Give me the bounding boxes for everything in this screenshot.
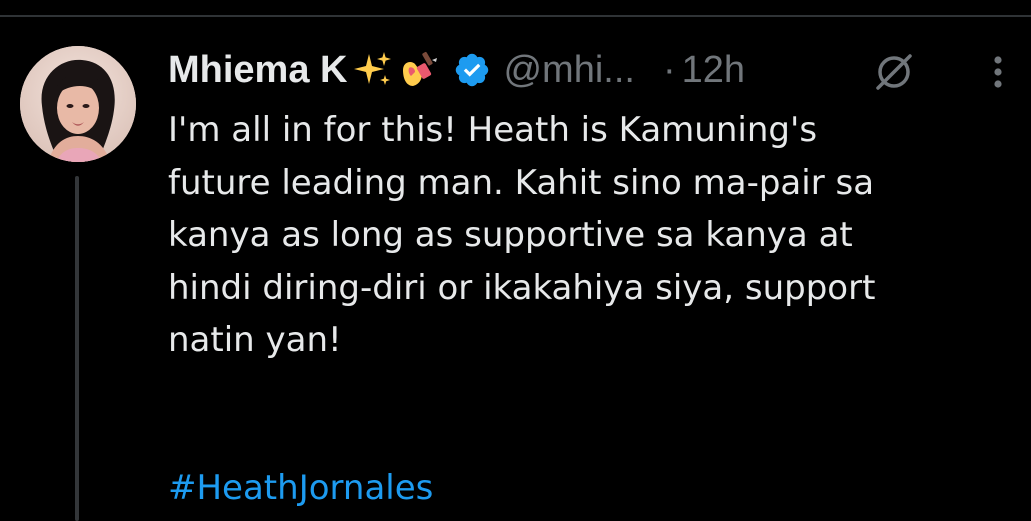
avatar[interactable] — [20, 46, 136, 162]
more-options-icon[interactable] — [984, 50, 1012, 94]
hashtag-link[interactable]: #HeathJornales — [168, 462, 433, 514]
tweet-header: Mhiema K @mhi... · 12h — [168, 44, 745, 96]
tweet-text-line: I'm all in for this! Heath is Kamuning's — [168, 110, 818, 150]
top-divider — [0, 15, 1031, 17]
timestamp[interactable]: 12h — [682, 49, 745, 92]
verified-badge-icon[interactable] — [453, 51, 491, 89]
tweet-text-line: future leading man. Kahit sino ma-pair s… — [168, 162, 875, 203]
tweet-text-line: natin yan! — [168, 320, 342, 360]
grok-icon[interactable] — [872, 50, 916, 94]
author-display-name[interactable]: Mhiema K — [168, 49, 347, 92]
avatar-photo — [20, 46, 136, 162]
nail-polish-emoji-icon — [399, 50, 439, 90]
tweet-body: I'm all in for this! Heath is Kamuning's… — [168, 104, 1018, 367]
tweet-text-line: hindi diring-diri or ikakahiya siya, sup… — [168, 267, 876, 308]
sparkles-emoji-icon — [353, 50, 393, 90]
tweet-text-line: kanya as long as supportive sa kanya at — [168, 215, 853, 255]
author-handle[interactable]: @mhi... — [503, 49, 634, 92]
timestamp-separator: · — [662, 48, 676, 91]
thread-line — [75, 176, 79, 521]
